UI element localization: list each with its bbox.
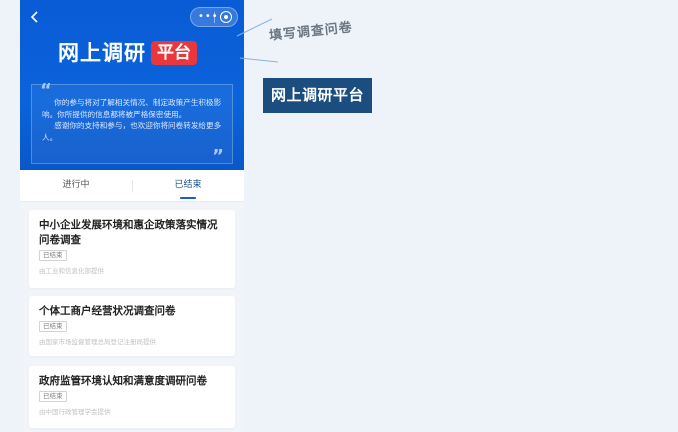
capsule-divider	[214, 12, 215, 23]
survey-card[interactable]: 个体工商户经营状况调查问卷 已结束 由国家市场监督管理总局登记注册局提供	[29, 296, 235, 356]
pointer-line-upper	[236, 18, 273, 37]
hero-header: ••• 网上调研 平台 “ 你的参与将对了解相关情况、制定政策产生积极影响。你所…	[20, 0, 244, 170]
tab-ongoing[interactable]: 进行中	[20, 179, 132, 191]
survey-source: 由中国行政管理学会提供	[39, 408, 111, 416]
page-title: 网上调研 平台	[58, 40, 197, 66]
quote-paragraph-1: 你的参与将对了解相关情况、制定政策产生积极影响。你所提供的信息都将被严格保密使用…	[42, 98, 222, 119]
survey-title: 中小企业发展环境和惠企政策落实情况问卷调查	[39, 219, 218, 246]
quote-close-icon: ”	[212, 146, 224, 167]
title-tag: 平台	[151, 41, 197, 65]
tab-bar: 进行中 已结束	[20, 170, 244, 202]
chevron-left-icon	[30, 11, 38, 23]
status-badge: 已结束	[39, 391, 67, 402]
survey-title: 政府监管环境认知和满意度调研问卷	[39, 375, 207, 387]
title-main: 网上调研	[58, 41, 146, 65]
survey-source: 由国家市场监督管理总局登记注册局提供	[39, 338, 156, 346]
back-chevron-icon[interactable]	[27, 9, 43, 25]
status-badge: 已结束	[39, 321, 67, 332]
intro-quote: “ 你的参与将对了解相关情况、制定政策产生积极影响。你所提供的信息都将被严格保密…	[31, 80, 233, 167]
pointer-line-lower	[239, 57, 279, 63]
more-dots-icon[interactable]: •••	[198, 11, 219, 23]
status-badge: 已结束	[39, 250, 67, 261]
survey-source: 由工业和信息化部提供	[39, 267, 104, 275]
active-tab-indicator	[180, 197, 196, 199]
survey-title: 个体工商户经营状况调查问卷	[39, 305, 176, 317]
quote-text: 你的参与将对了解相关情况、制定政策产生积极影响。你所提供的信息都将被严格保密使用…	[42, 97, 222, 143]
quote-paragraph-2: 感谢你的支持和参与，也欢迎你将问卷转发给更多人。	[42, 121, 222, 142]
survey-card[interactable]: 政府监管环境认知和满意度调研问卷 已结束 由中国行政管理学会提供	[29, 366, 235, 428]
survey-card[interactable]: 中小企业发展环境和惠企政策落实情况问卷调查 已结束 由工业和信息化部提供	[29, 210, 235, 288]
annotation-banner: 网上调研平台	[263, 78, 372, 113]
quote-open-icon: “	[40, 80, 52, 101]
tab-ended[interactable]: 已结束	[132, 179, 244, 191]
mini-program-screen: ••• 网上调研 平台 “ 你的参与将对了解相关情况、制定政策产生积极影响。你所…	[20, 0, 244, 432]
